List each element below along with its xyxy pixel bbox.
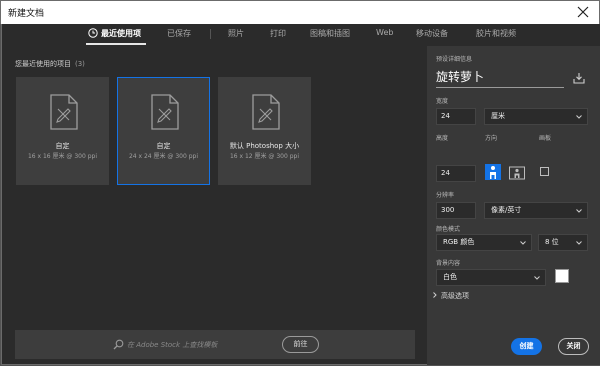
recent-items-heading: 您最近使用的项目 (3) [15,59,85,69]
recent-item-size: 16 x 16 厘米 @ 300 ppi [27,153,97,160]
close-icon[interactable] [575,4,591,20]
close-button[interactable]: 关闭 [558,338,589,355]
create-button[interactable]: 创建 [511,338,542,355]
background-contents-label: 背景内容 [436,260,461,267]
resolution-unit-value: 像素/英寸 [491,206,522,214]
document-icon [151,94,179,130]
chevron-down-icon [576,209,582,213]
save-preset-icon[interactable] [573,72,585,84]
active-tab-indicator [86,43,146,45]
chevron-down-icon [520,241,526,245]
tab-web[interactable]: Web [376,28,393,37]
color-mode-value: RGB 颜色 [443,238,475,246]
chevron-down-icon [576,115,582,119]
go-button[interactable]: 前往 [282,336,319,353]
recent-items-count: (3) [75,60,85,68]
tab-print[interactable]: 打印 [270,28,286,39]
tab-separator [210,29,211,39]
color-mode-select[interactable]: RGB 颜色 [436,234,532,251]
color-mode-label: 颜色模式 [436,226,461,233]
recent-item-card-selected[interactable]: 自定 24 x 24 厘米 @ 300 ppi [117,77,210,185]
title-bar: 新建文档 [0,0,600,24]
height-input[interactable]: 24 [436,165,476,182]
tab-recent[interactable]: 最近使用项 [101,28,141,39]
tab-saved[interactable]: 已保存 [167,28,191,39]
recent-item-name: 自定 [156,142,171,150]
portrait-orientation-icon[interactable] [485,164,501,180]
chevron-right-icon [433,292,437,298]
advanced-options-toggle[interactable]: 高级选项 [433,291,469,301]
stock-search-bar: 前往 [15,330,415,359]
recent-item-name: 默认 Photoshop 大小 [229,142,300,150]
tab-mobile[interactable]: 移动设备 [416,28,448,39]
chevron-down-icon [534,276,540,280]
chevron-down-icon [576,241,582,245]
bit-depth-value: 8 位 [545,238,559,246]
preset-details-label: 预设详细信息 [436,56,473,63]
landscape-orientation-icon[interactable] [509,164,525,180]
height-label: 高度 [436,135,449,142]
width-label: 宽度 [436,98,449,105]
background-contents-value: 白色 [443,273,457,281]
recent-items-label: 您最近使用的项目 [15,60,71,68]
tab-art-illustration[interactable]: 图稿和插图 [310,28,350,39]
resolution-input[interactable]: 300 [436,202,476,219]
recent-item-name: 自定 [55,142,70,150]
recent-item-card[interactable]: 默认 Photoshop 大小 16 x 12 厘米 @ 300 ppi [218,77,311,185]
artboard-label: 画板 [539,135,552,142]
stock-search-input[interactable] [127,336,287,353]
advanced-options-label: 高级选项 [441,292,469,300]
preset-tabs: 最近使用项 已保存 照片 打印 图稿和插图 Web 移动设备 胶片和视频 [2,24,600,46]
artboard-checkbox[interactable] [540,167,549,176]
tab-photo[interactable]: 照片 [228,28,244,39]
recent-item-card[interactable]: 自定 16 x 16 厘米 @ 300 ppi [16,77,109,185]
resolution-unit-select[interactable]: 像素/英寸 [484,202,588,219]
new-document-dialog: 最近使用项 已保存 照片 打印 图稿和插图 Web 移动设备 胶片和视频 您最近… [1,24,600,365]
tab-film-video[interactable]: 胶片和视频 [476,28,516,39]
width-input[interactable]: 24 [436,108,476,125]
preset-name-field[interactable]: 旋转萝卜 [436,68,564,88]
document-icon [252,94,280,130]
recent-item-size: 16 x 12 厘米 @ 300 ppi [229,153,299,160]
search-icon [113,339,124,350]
document-icon [50,94,78,130]
clock-icon [88,28,98,38]
width-unit-value: 厘米 [491,112,505,120]
window-title: 新建文档 [8,9,45,19]
background-color-swatch[interactable] [555,269,569,283]
orientation-label: 方向 [485,135,498,142]
width-unit-select[interactable]: 厘米 [484,108,588,125]
resolution-label: 分辨率 [436,192,455,199]
bit-depth-select[interactable]: 8 位 [538,234,588,251]
preset-details-panel: 预设详细信息 旋转萝卜 宽度 24 厘米 高度 方向 画板 24 分辨率 300 [427,46,600,365]
recent-item-size: 24 x 24 厘米 @ 300 ppi [128,153,198,160]
background-contents-select[interactable]: 白色 [436,269,546,286]
